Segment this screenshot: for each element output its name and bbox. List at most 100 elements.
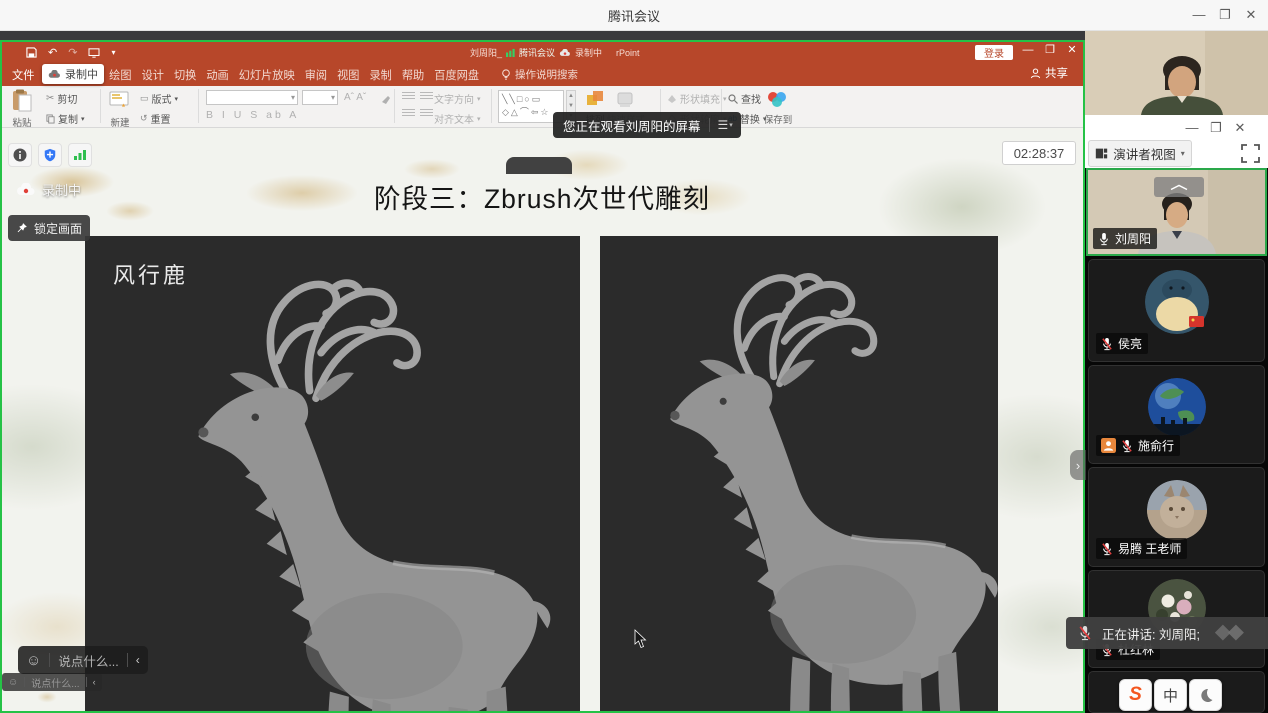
clear-format-icon[interactable] [380, 92, 392, 104]
ime-sogou-button[interactable]: S [1119, 679, 1152, 711]
close-icon[interactable]: ✕ [1230, 117, 1250, 139]
tab-animations[interactable]: 动画 [206, 67, 228, 83]
tab-slideshow[interactable]: 幻灯片放映 [239, 67, 295, 83]
tab-review[interactable]: 审阅 [305, 67, 327, 83]
participant-tile[interactable]: 施俞行 [1088, 365, 1265, 464]
ppt-titlebar: ↶ ↷ ▾ 刘周阳_ 腾讯会议 录制中 rPoint 登录 — ❐ ✕ [2, 42, 1083, 63]
copy-button[interactable]: 复制▾ [46, 111, 85, 126]
ppt-share-button[interactable]: 共享 [1030, 65, 1068, 81]
reset-button[interactable]: ↺重置 [140, 111, 178, 126]
watching-banner-text: 您正在观看刘周阳的屏幕 [563, 116, 701, 135]
minimize-icon[interactable]: — [1186, 4, 1212, 26]
tab-design[interactable]: 设计 [142, 67, 164, 83]
self-video-tile[interactable] [1085, 30, 1268, 115]
align-buttons[interactable] [402, 109, 433, 118]
emoji-smiley-icon[interactable]: ☺ [26, 652, 41, 669]
scissors-icon: ✂ [46, 93, 54, 104]
align-text-button[interactable]: 对齐文本▾ [434, 111, 481, 126]
tab-help[interactable]: 帮助 [402, 67, 424, 83]
ime-language-button[interactable]: 中 [1154, 679, 1187, 711]
meeting-info-button[interactable] [8, 143, 32, 167]
lock-view-button[interactable]: 锁定画面 [8, 215, 90, 241]
qat-chevron-down-icon[interactable]: ▾ [111, 48, 115, 57]
grow-shrink-font-buttons[interactable]: Aˆ Aˇ [344, 92, 366, 103]
speaker-view-icon [1095, 147, 1108, 160]
find-button[interactable]: 查找 [728, 91, 766, 106]
security-button[interactable] [38, 143, 62, 167]
restore-icon[interactable]: ❐ [1212, 4, 1238, 26]
chat-placeholder[interactable]: 说点什么... [58, 651, 118, 670]
redo-icon[interactable]: ↷ [68, 46, 77, 59]
font-style-buttons[interactable]: B I U S ab A [206, 109, 299, 121]
slideshow-icon[interactable] [88, 48, 100, 58]
meeting-badge: 腾讯会议 [519, 46, 555, 59]
tell-me-search[interactable]: 操作说明搜索 [515, 67, 578, 82]
tab-draw[interactable]: 绘图 [109, 67, 131, 83]
moon-icon [1198, 687, 1214, 703]
font-size-combo[interactable]: ▾ [302, 90, 338, 105]
arrange-button[interactable] [585, 89, 605, 114]
search-icon [728, 94, 738, 104]
mic-muted-icon [1078, 625, 1092, 641]
minimize-icon[interactable]: — [1182, 117, 1202, 139]
layout-button[interactable]: ▭版式▾ [140, 91, 178, 106]
shape-fill-button[interactable]: 形状填充▾ [667, 91, 727, 106]
login-button[interactable]: 登录 [975, 45, 1013, 60]
recording-pill-label: 录制中 [65, 66, 98, 82]
participant-tile[interactable]: 侯亮 [1088, 259, 1265, 362]
chat-input-pill[interactable]: ☺ 说点什么... ‹ [18, 646, 148, 674]
chat-collapse-icon[interactable]: ‹ [136, 653, 140, 667]
deer-sculpture-image-left [125, 244, 555, 711]
recording-cloud-icon [559, 49, 571, 57]
window-controls: — ❐ ✕ [1186, 4, 1264, 26]
recording-indicator: 录制中 [16, 180, 81, 199]
ppt-close-icon[interactable]: ✕ [1062, 43, 1082, 56]
network-quality-button[interactable] [68, 143, 92, 167]
speaker-video-tile[interactable]: 刘周阳 [1086, 168, 1267, 256]
text-direction-button[interactable]: 文字方向▾ [434, 91, 481, 106]
paste-button[interactable] [12, 89, 32, 118]
sidebar-collapse-button[interactable]: › [1070, 450, 1086, 480]
tab-transitions[interactable]: 切换 [174, 67, 196, 83]
save-icon[interactable] [26, 47, 37, 58]
tab-view[interactable]: 视图 [337, 67, 359, 83]
mic-muted-icon [1121, 439, 1133, 453]
size-combo-chevron-icon: ▾ [331, 93, 335, 102]
menu-chevron-icon: ▾ [729, 121, 733, 129]
chat-placeholder-mini: 说点什么... [31, 675, 79, 690]
close-icon[interactable]: ✕ [1238, 4, 1264, 26]
slide-title: 阶段三：Zbrush次世代雕刻 [242, 177, 842, 216]
recording-cloud-icon [16, 183, 36, 197]
participant-name-label: 施俞行 [1096, 435, 1180, 456]
ppt-minimize-icon[interactable]: — [1018, 44, 1038, 56]
banner-menu-button[interactable]: ☰ ▾ [718, 118, 733, 132]
ppt-restore-icon[interactable]: ❐ [1040, 43, 1060, 56]
list-buttons[interactable] [402, 92, 433, 101]
fullscreen-icon[interactable] [1240, 143, 1261, 164]
paste-label: 粘贴 [4, 115, 40, 129]
new-slide-button[interactable] [108, 89, 130, 116]
ppt-ribbon: 粘贴 ✂剪切 复制▾ 新建 ▭版式▾ ↺重置 ▾ ▾ Aˆ Aˇ B I U S… [2, 86, 1083, 128]
tab-record[interactable]: 录制 [369, 67, 391, 83]
layout-chevron-icon: ▾ [175, 95, 179, 103]
participant-tile[interactable]: 易腾 王老师 [1088, 467, 1265, 567]
speaking-now-text: 正在讲话: 刘周阳; [1102, 624, 1200, 643]
undo-icon[interactable]: ↶ [48, 46, 57, 59]
lock-view-label: 锁定画面 [34, 220, 82, 237]
view-mode-button[interactable]: 演讲者视图 ▾ [1088, 140, 1192, 167]
lightbulb-icon [501, 69, 511, 81]
ime-night-mode-button[interactable] [1189, 679, 1222, 711]
shield-icon [43, 148, 57, 162]
left-deer-panel: 风行鹿 [85, 236, 580, 711]
restore-icon[interactable]: ❐ [1206, 117, 1226, 139]
cut-button[interactable]: ✂剪切 [46, 91, 85, 106]
presenter-recording-pill: 录制中 [42, 64, 104, 84]
font-name-combo[interactable]: ▾ [206, 90, 298, 105]
quick-styles-button[interactable] [615, 89, 635, 114]
font-combo-chevron-icon: ▾ [291, 93, 295, 102]
collapse-video-button[interactable] [1154, 177, 1204, 197]
save-to-netdisk-button[interactable] [766, 89, 788, 114]
tab-baidu-netdisk[interactable]: 百度网盘 [434, 67, 479, 83]
doc-title: 刘周阳_ [470, 46, 502, 59]
tab-file[interactable]: 文件 [12, 67, 34, 83]
